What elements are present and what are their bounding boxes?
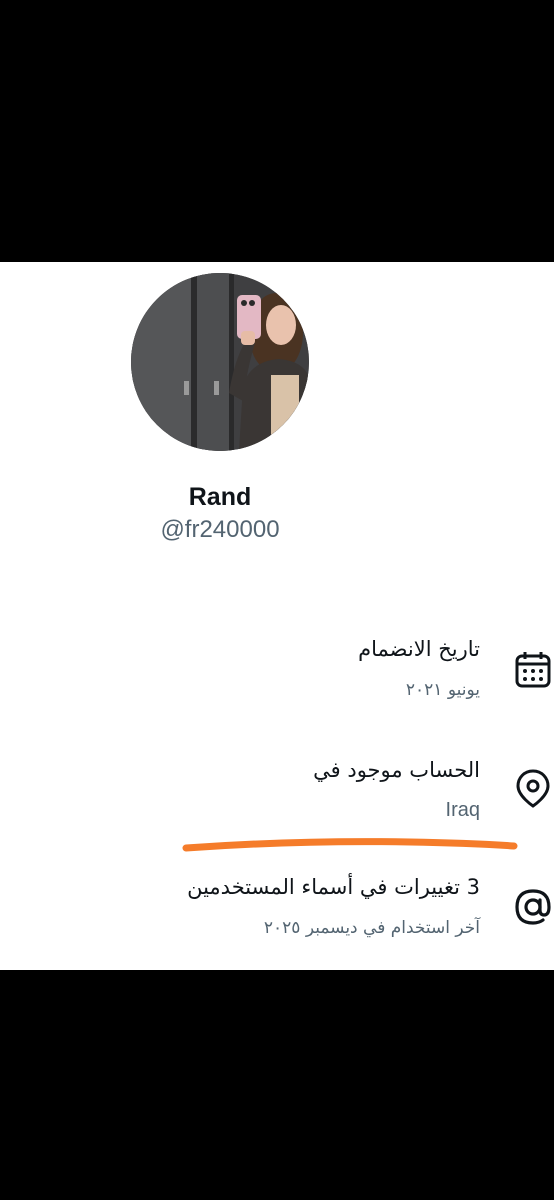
username-changes-value: آخر استخدام في ديسمبر ٢٠٢٥ xyxy=(263,918,480,938)
calendar-icon xyxy=(513,650,553,690)
location-pin-icon xyxy=(513,768,553,808)
screenshot-page: Rand @fr240000 تاريخ الانضمام يونيو ٢٠٢١… xyxy=(0,0,554,1200)
at-sign-icon xyxy=(513,887,553,927)
joined-date-value: يونيو ٢٠٢١ xyxy=(405,680,480,700)
profile-avatar[interactable] xyxy=(131,273,309,451)
avatar-photo xyxy=(131,273,309,451)
username-handle: @fr240000 xyxy=(160,516,280,543)
username-changes-title: 3 تغييرات في أسماء المستخدمين xyxy=(187,875,480,899)
account-location-value: Iraq xyxy=(445,799,480,821)
highlight-annotation-line xyxy=(182,838,518,852)
display-name: Rand xyxy=(188,483,252,511)
joined-date-title: تاريخ الانضمام xyxy=(358,637,480,661)
account-location-title: الحساب موجود في xyxy=(313,758,480,782)
